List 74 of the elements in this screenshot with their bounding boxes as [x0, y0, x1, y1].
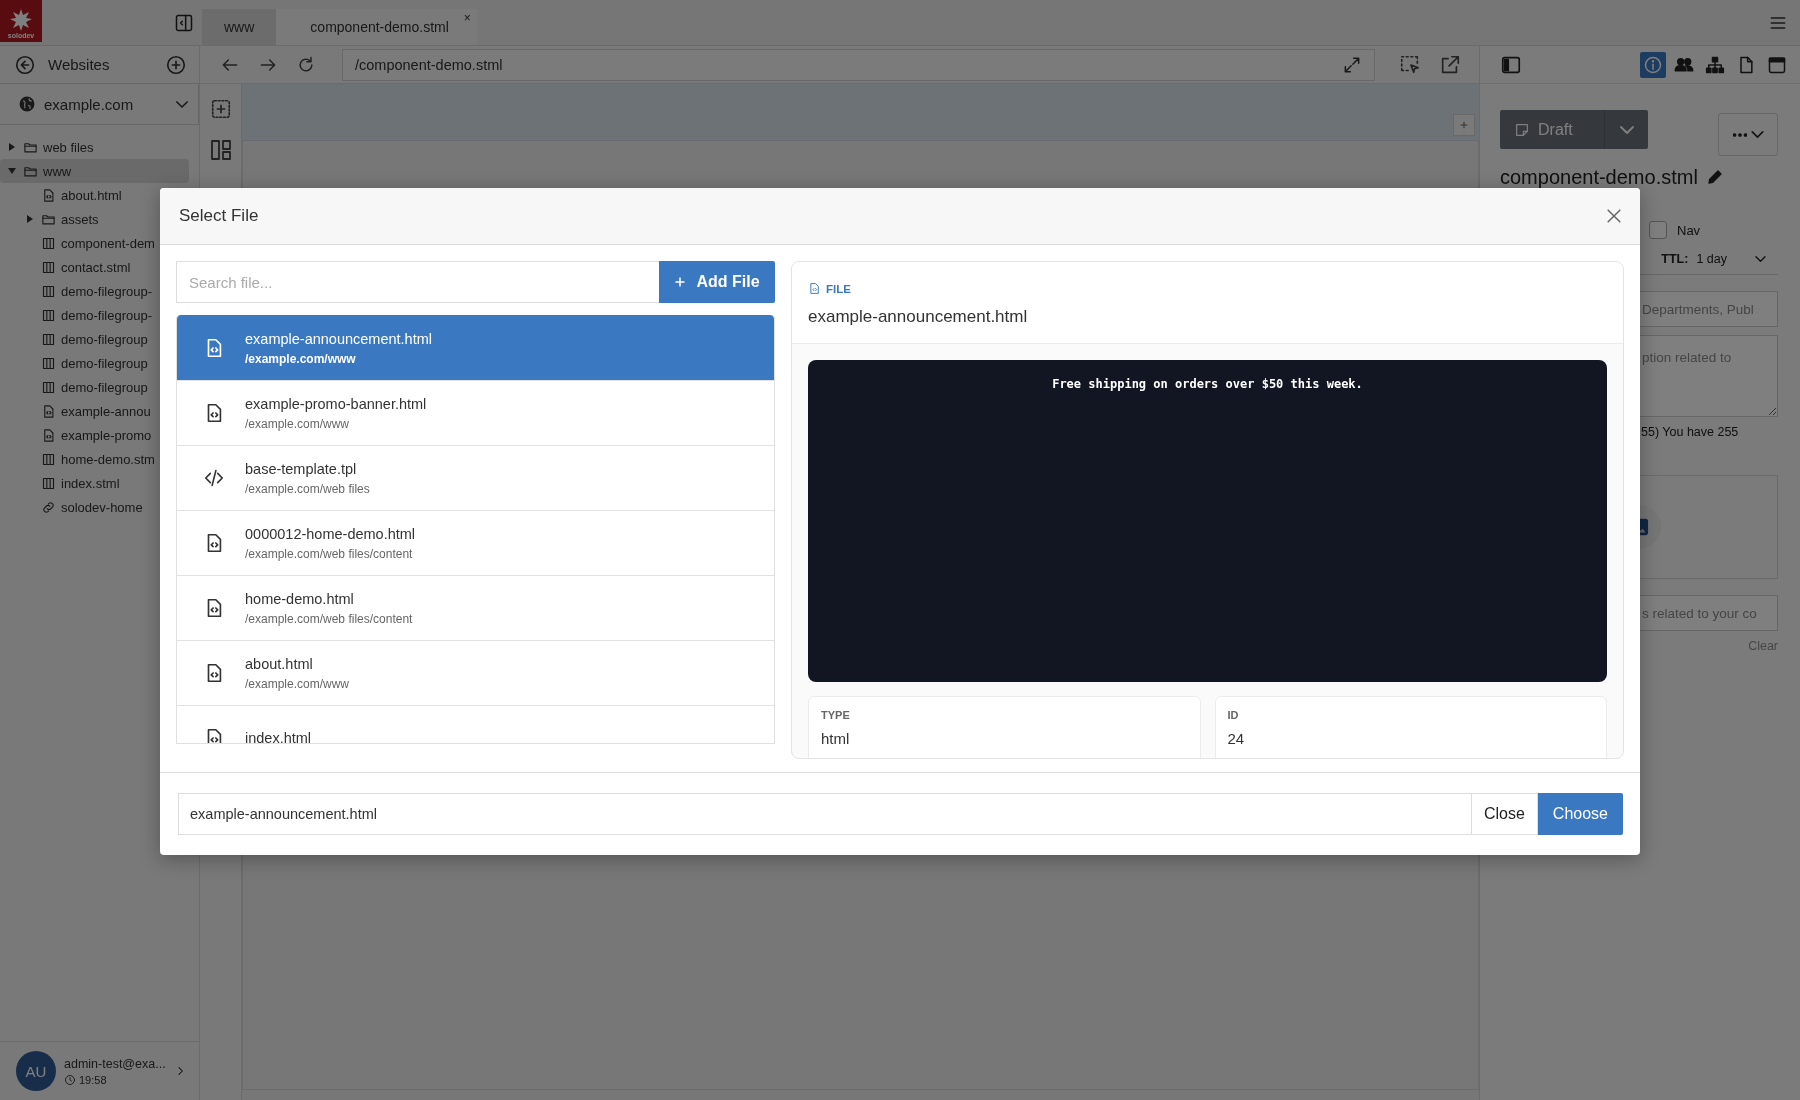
- preview-frame: Free shipping on orders over $50 this week.: [808, 360, 1607, 682]
- address-field[interactable]: /component-demo.stml: [342, 48, 1375, 81]
- caret-icon[interactable]: [8, 167, 16, 175]
- meta-card: TYPE html: [808, 696, 1201, 758]
- session-time: 19:58: [79, 1073, 107, 1086]
- note-icon: [1514, 121, 1530, 138]
- tree-item[interactable]: www: [0, 159, 189, 183]
- grid-file-icon: [41, 283, 56, 299]
- add-block-icon[interactable]: [209, 98, 232, 120]
- pencil-icon[interactable]: [1705, 168, 1724, 186]
- close-button[interactable]: Close: [1471, 793, 1538, 835]
- file-list-item[interactable]: base-template.tpl /example.com/web files: [177, 445, 774, 510]
- info-tab[interactable]: [1640, 51, 1666, 78]
- chevron-down-icon: [1619, 125, 1634, 134]
- file-list-item[interactable]: example-announcement.html /example.com/www: [177, 315, 774, 380]
- globe-icon: [18, 95, 36, 113]
- preview-file-name: example-announcement.html: [808, 307, 1029, 327]
- grid-file-icon: [41, 379, 56, 395]
- grid-file-icon: [41, 259, 56, 275]
- status-split-button[interactable]: Draft: [1500, 110, 1648, 149]
- html-file-icon: [41, 403, 56, 419]
- add-icon[interactable]: [165, 53, 187, 76]
- file-code-icon: [808, 282, 821, 295]
- html-file-icon: [41, 187, 56, 203]
- chevron-down-icon: [176, 100, 188, 108]
- plus-icon: [1459, 120, 1469, 130]
- selection-icon[interactable]: [1399, 53, 1421, 76]
- site-dropdown[interactable]: example.com: [0, 83, 199, 125]
- panel-toggle-icon[interactable]: [174, 12, 194, 33]
- caret-icon[interactable]: [26, 215, 34, 223]
- file-list-item[interactable]: example-promo-banner.html /example.com/www: [177, 380, 774, 445]
- nav-label: Nav: [1677, 222, 1701, 238]
- info-icon: [1643, 54, 1663, 75]
- back-icon[interactable]: [14, 53, 36, 76]
- html-file-icon: [41, 427, 56, 443]
- layout-icon[interactable]: [208, 138, 233, 162]
- chevron-down-icon: [1755, 256, 1766, 262]
- file-list-item[interactable]: home-demo.html /example.com/web files/content: [177, 575, 774, 640]
- meta-card: ID 24: [1214, 696, 1607, 758]
- grid-file-icon: [41, 331, 56, 347]
- choose-button[interactable]: Choose: [1537, 793, 1623, 835]
- more-icon: [1732, 132, 1747, 137]
- tab[interactable]: www: [202, 9, 277, 45]
- character-count: 55) You have 255: [1641, 425, 1740, 439]
- more-actions-button[interactable]: [1718, 113, 1778, 156]
- grid-file-icon: [41, 475, 56, 491]
- tree-item[interactable]: web files: [0, 135, 189, 159]
- file-list-item[interactable]: index.html: [177, 705, 774, 743]
- close-tab-button[interactable]: ×: [463, 12, 471, 24]
- grid-file-icon: [41, 355, 56, 371]
- search-field[interactable]: Search file...: [176, 261, 659, 303]
- external-link-icon[interactable]: [1439, 53, 1461, 76]
- plus-icon: [674, 276, 687, 288]
- caret-icon[interactable]: [8, 143, 16, 151]
- grid-file-icon: [41, 235, 56, 251]
- user-name: admin-test@exa...: [64, 1056, 166, 1071]
- grid-file-icon: [41, 451, 56, 467]
- link-icon: [41, 499, 56, 515]
- file-list-item[interactable]: about.html /example.com/www: [177, 640, 774, 705]
- sitemap-icon: [1705, 54, 1725, 75]
- add-file-button[interactable]: Add File: [659, 261, 775, 303]
- sidebar-title: Websites: [48, 56, 111, 73]
- dialog-title: Select File: [179, 206, 259, 226]
- file-title: component-demo.stml: [1500, 166, 1698, 188]
- status-button[interactable]: Draft: [1500, 110, 1604, 149]
- selected-file-field[interactable]: example-announcement.html: [178, 793, 1472, 835]
- nav-checkbox[interactable]: [1649, 221, 1667, 239]
- code-icon: [203, 467, 225, 489]
- chevron-down-icon: [1750, 131, 1764, 138]
- file-list-item[interactable]: 0000012-home-demo.html /example.com/web files/content: [177, 510, 774, 575]
- preview-label: FILE: [826, 282, 851, 295]
- clock-icon: [64, 1073, 76, 1086]
- grid-file-icon: [41, 307, 56, 323]
- user-avatar[interactable]: AU: [16, 1051, 56, 1091]
